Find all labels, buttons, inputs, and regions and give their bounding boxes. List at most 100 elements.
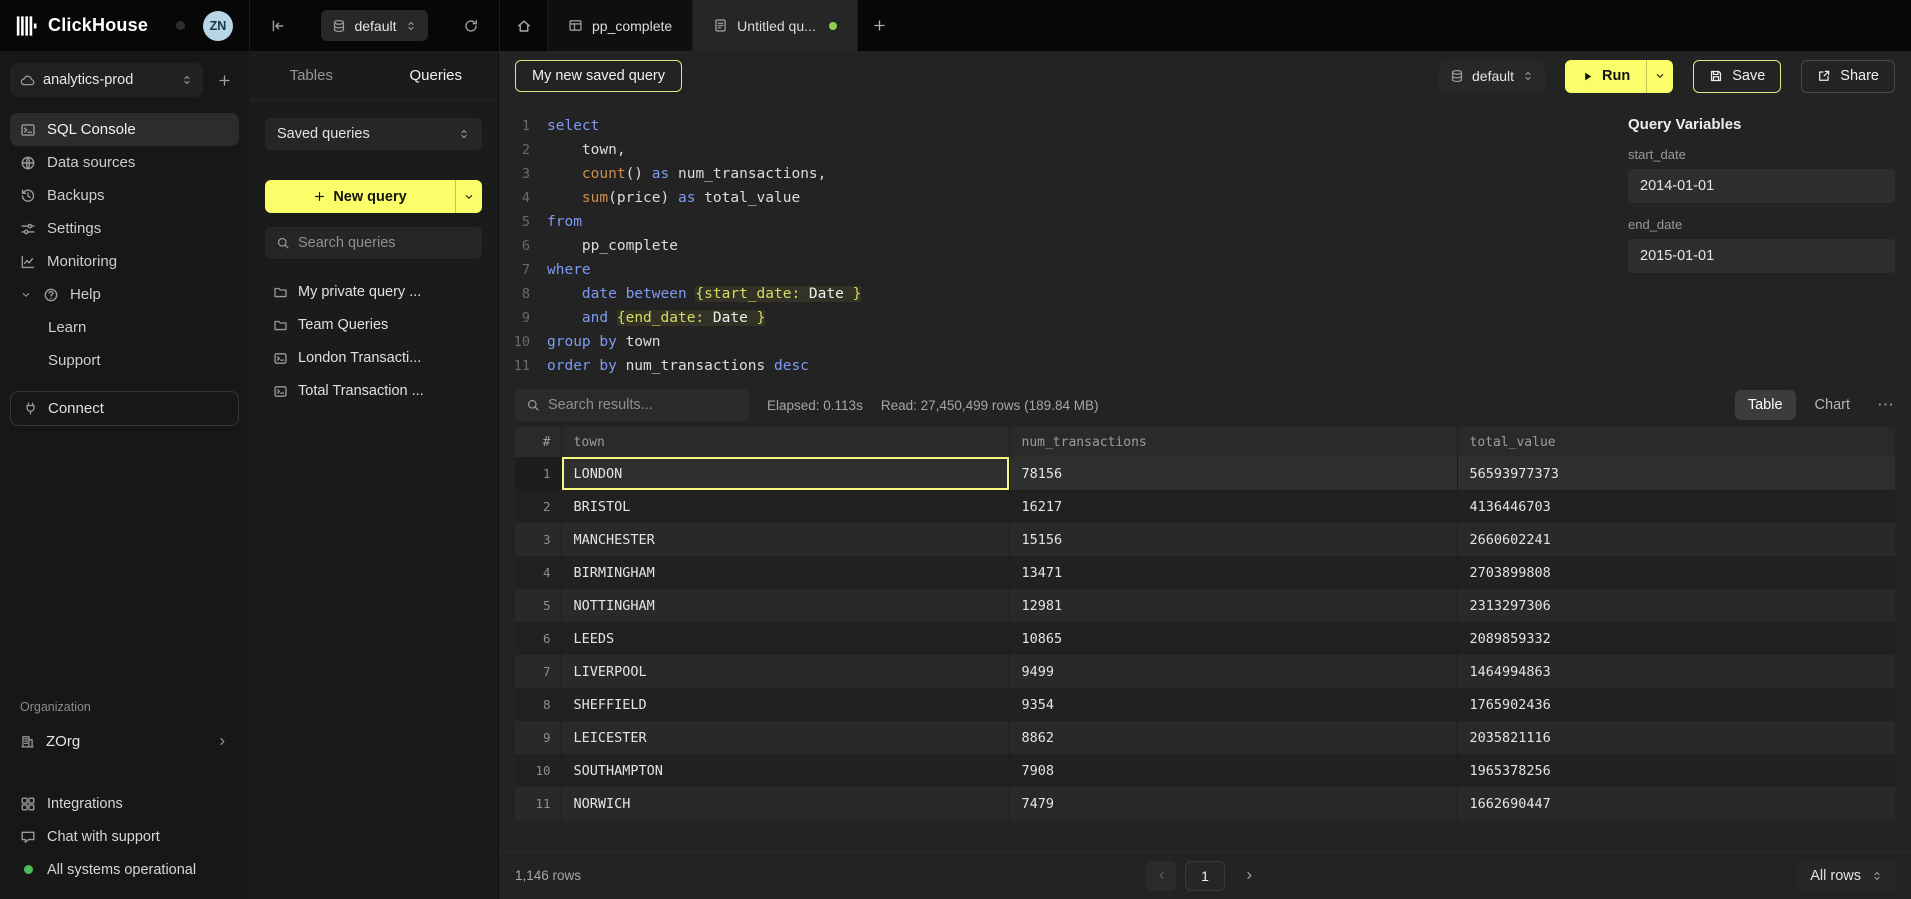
chart-view-button[interactable]: Chart [1802, 390, 1863, 420]
user-avatar[interactable]: ZN [203, 11, 233, 41]
column-header-town[interactable]: town [561, 427, 1009, 457]
new-tab-button[interactable] [858, 0, 902, 51]
cell-num-transactions[interactable]: 7479 [1009, 787, 1457, 820]
cell-index[interactable]: 5 [515, 589, 561, 622]
sidebar-item-help[interactable]: Help [10, 278, 239, 311]
editor-line[interactable]: 1select [499, 114, 1628, 138]
saved-query-item-team-queries[interactable]: Team Queries [265, 309, 482, 341]
topbar-database-selector[interactable]: default [321, 10, 427, 41]
add-service-button[interactable] [209, 65, 239, 95]
table-view-button[interactable]: Table [1735, 390, 1796, 420]
sql-editor[interactable]: 1select2 town,3 count() as num_transacti… [499, 101, 1628, 383]
cell-num-transactions[interactable]: 13471 [1009, 556, 1457, 589]
saved-query-tab[interactable]: My new saved query [515, 60, 682, 92]
cell-total-value[interactable]: 1965378256 [1457, 754, 1895, 787]
page-number-input[interactable] [1185, 861, 1225, 891]
end-date-input[interactable] [1628, 239, 1895, 273]
cell-town[interactable]: LIVERPOOL [561, 655, 1009, 688]
sidebar-item-monitoring[interactable]: Monitoring [10, 245, 239, 278]
editor-line[interactable]: 11order by num_transactions desc [499, 354, 1628, 378]
editor-line[interactable]: 10group by town [499, 330, 1628, 354]
saved-query-item-my-private-query[interactable]: My private query ... [265, 276, 482, 308]
page-size-select[interactable]: All rows [1798, 860, 1895, 892]
cell-total-value[interactable]: 1662690447 [1457, 787, 1895, 820]
column-header-num-transactions[interactable]: num_transactions [1009, 427, 1457, 457]
tab-pp-complete[interactable]: pp_complete [548, 0, 693, 51]
cell-total-value[interactable]: 2660602241 [1457, 523, 1895, 556]
cell-index[interactable]: 11 [515, 787, 561, 820]
tab-queries[interactable]: Queries [374, 51, 499, 100]
sidebar-item-backups[interactable]: Backups [10, 179, 239, 212]
cell-index[interactable]: 8 [515, 688, 561, 721]
saved-queries-select[interactable]: Saved queries [265, 118, 482, 150]
editor-line[interactable]: 7where [499, 258, 1628, 282]
cell-total-value[interactable]: 2035821116 [1457, 721, 1895, 754]
cell-town[interactable]: NOTTINGHAM [561, 589, 1009, 622]
cell-index[interactable]: 3 [515, 523, 561, 556]
connect-button[interactable]: Connect [10, 391, 239, 426]
sidebar-item-sql-console[interactable]: SQL Console [10, 113, 239, 146]
run-button[interactable]: Run [1565, 60, 1673, 93]
cell-num-transactions[interactable]: 7908 [1009, 754, 1457, 787]
column-header-total-value[interactable]: total_value [1457, 427, 1895, 457]
next-page-button[interactable] [1234, 861, 1264, 891]
cell-num-transactions[interactable]: 16217 [1009, 490, 1457, 523]
cell-total-value[interactable]: 2089859332 [1457, 622, 1895, 655]
organization-selector[interactable]: ZOrg [10, 724, 239, 758]
cell-town[interactable]: SOUTHAMPTON [561, 754, 1009, 787]
cell-num-transactions[interactable]: 9354 [1009, 688, 1457, 721]
tab-tables[interactable]: Tables [249, 51, 374, 100]
cell-total-value[interactable]: 4136446703 [1457, 490, 1895, 523]
cell-num-transactions[interactable]: 9499 [1009, 655, 1457, 688]
cell-index[interactable]: 2 [515, 490, 561, 523]
editor-line[interactable]: 6 pp_complete [499, 234, 1628, 258]
cell-town[interactable]: BIRMINGHAM [561, 556, 1009, 589]
cell-total-value[interactable]: 56593977373 [1457, 457, 1895, 490]
saved-query-item-total-transaction[interactable]: Total Transaction ... [265, 375, 482, 407]
sidebar-item-data-sources[interactable]: Data sources [10, 146, 239, 179]
cell-num-transactions[interactable]: 15156 [1009, 523, 1457, 556]
run-main[interactable]: Run [1565, 60, 1646, 93]
service-selector[interactable]: analytics-prod [10, 63, 203, 97]
editor-line[interactable]: 9 and {end_date: Date } [499, 306, 1628, 330]
cell-index[interactable]: 6 [515, 622, 561, 655]
cell-town[interactable]: MANCHESTER [561, 523, 1009, 556]
cell-index[interactable]: 9 [515, 721, 561, 754]
editor-line[interactable]: 2 town, [499, 138, 1628, 162]
cell-total-value[interactable]: 1765902436 [1457, 688, 1895, 721]
saved-query-item-london-transacti[interactable]: London Transacti... [265, 342, 482, 374]
run-options-button[interactable] [1646, 60, 1673, 93]
cell-town[interactable]: SHEFFIELD [561, 688, 1009, 721]
cell-num-transactions[interactable]: 8862 [1009, 721, 1457, 754]
cell-num-transactions[interactable]: 12981 [1009, 589, 1457, 622]
home-button[interactable] [500, 0, 548, 51]
cell-town[interactable]: LONDON [561, 457, 1009, 490]
search-queries-field[interactable] [265, 227, 482, 259]
cell-total-value[interactable]: 2703899808 [1457, 556, 1895, 589]
collapse-panel-button[interactable] [264, 12, 292, 40]
editor-line[interactable]: 8 date between {start_date: Date } [499, 282, 1628, 306]
new-query-menu-button[interactable] [455, 180, 482, 213]
cell-town[interactable]: LEEDS [561, 622, 1009, 655]
cell-num-transactions[interactable]: 78156 [1009, 457, 1457, 490]
sidebar-item-all-systems-operational[interactable]: All systems operational [10, 854, 239, 885]
cell-index[interactable]: 1 [515, 457, 561, 490]
editor-line[interactable]: 5from [499, 210, 1628, 234]
search-queries-input[interactable] [298, 235, 471, 251]
column-header-index[interactable]: # [515, 427, 561, 457]
cell-total-value[interactable]: 2313297306 [1457, 589, 1895, 622]
cell-total-value[interactable]: 1464994863 [1457, 655, 1895, 688]
editor-line[interactable]: 3 count() as num_transactions, [499, 162, 1628, 186]
sidebar-item-learn[interactable]: Learn [10, 311, 239, 344]
new-query-button[interactable]: New query [265, 180, 482, 213]
editor-database-selector[interactable]: default [1439, 61, 1545, 92]
search-results-field[interactable] [515, 389, 749, 421]
sidebar-item-chat-with-support[interactable]: Chat with support [10, 821, 239, 852]
previous-page-button[interactable] [1146, 861, 1176, 891]
sidebar-item-settings[interactable]: Settings [10, 212, 239, 245]
more-options-button[interactable]: ⋯ [1877, 395, 1895, 415]
start-date-input[interactable] [1628, 169, 1895, 203]
save-button[interactable]: Save [1693, 60, 1781, 93]
new-query-main[interactable]: New query [265, 180, 455, 213]
cell-town[interactable]: LEICESTER [561, 721, 1009, 754]
